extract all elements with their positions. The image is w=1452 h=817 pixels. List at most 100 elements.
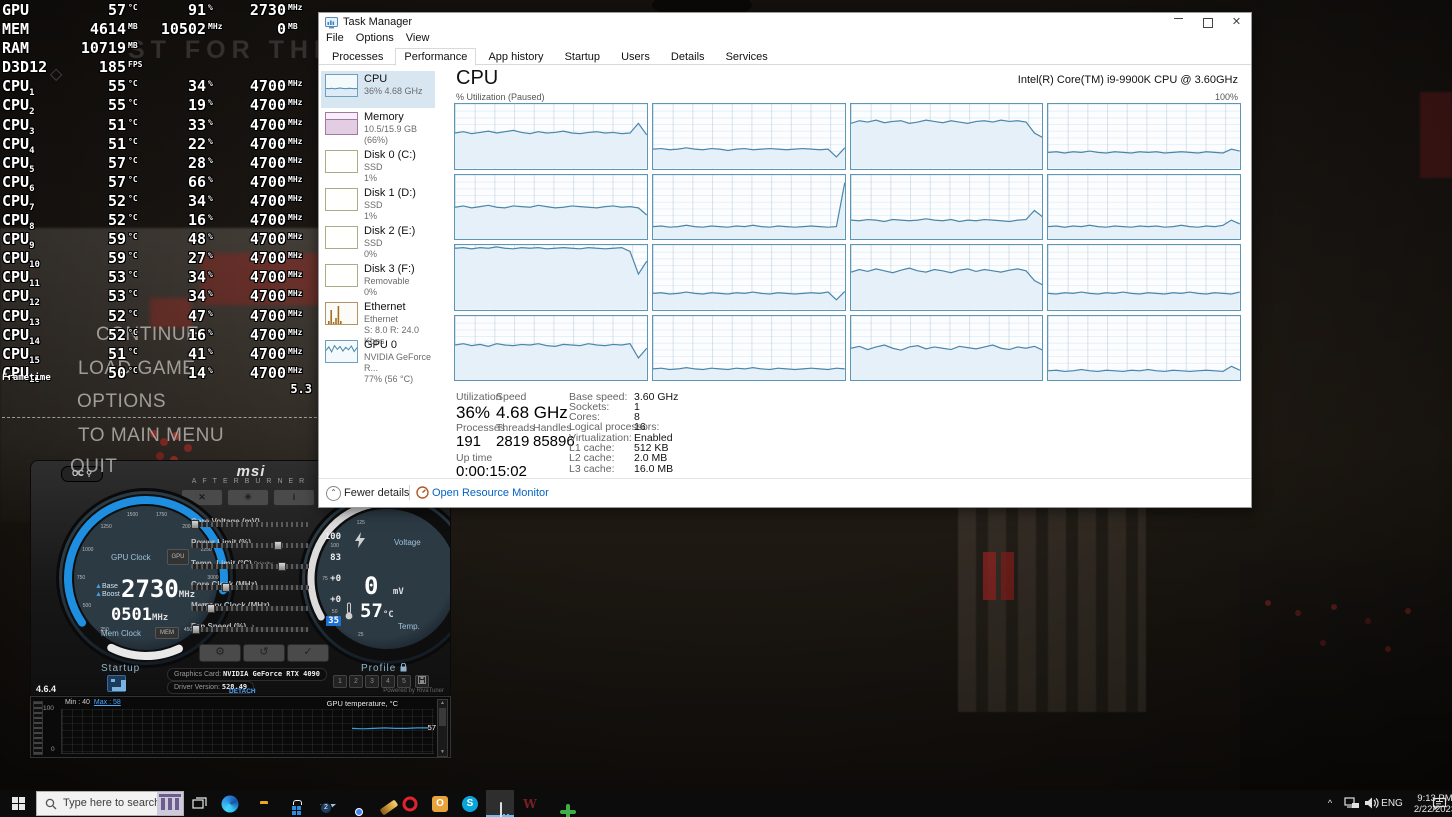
profile-1-button[interactable]: 1 <box>333 675 347 688</box>
stat-label: Utilization <box>456 391 502 403</box>
network-icon[interactable] <box>1344 796 1360 810</box>
task-view-button[interactable] <box>186 790 214 817</box>
slider-thumb[interactable] <box>191 520 199 529</box>
search-box[interactable]: Type here to search <box>36 791 184 816</box>
osd-row: CPU1352°C47%4700MHz <box>2 307 332 326</box>
osd-row: GPU57°C91%2730MHz <box>2 1 332 20</box>
slider-thumb[interactable] <box>222 583 230 592</box>
slider-track[interactable] <box>191 627 309 632</box>
sidebar-item-sub2: 1% <box>364 173 416 184</box>
taskbar-item-opera[interactable] <box>396 790 424 817</box>
sidebar-item-sub: SSD <box>364 200 416 211</box>
taskbar-item-pen-tool[interactable] <box>366 790 394 817</box>
sidebar-item-gpu[interactable]: GPU 0NVIDIA GeForce R...77% (56 °C) <box>321 337 435 374</box>
taskbar-item-file-explorer[interactable] <box>246 790 274 817</box>
profile-3-button[interactable]: 3 <box>365 675 379 688</box>
osd-row: CPU852°C16%4700MHz <box>2 211 332 230</box>
action-center-icon[interactable] <box>1432 797 1447 810</box>
sidebar-item-sub2: 0% <box>364 287 415 298</box>
sidebar-item-disk1[interactable]: Disk 1 (D:)SSD1% <box>321 185 435 222</box>
taskbar-item-task-manager[interactable] <box>486 790 514 817</box>
slider-thumb[interactable] <box>192 625 200 634</box>
maximize-button[interactable] <box>1193 13 1222 32</box>
speaker-icon[interactable] <box>1364 796 1379 810</box>
menu-options[interactable]: Options <box>356 32 394 44</box>
slider-thumb[interactable] <box>207 604 215 613</box>
disk-thumbnail <box>325 188 358 211</box>
disk-thumbnail <box>325 226 358 249</box>
slider-thumb[interactable] <box>278 562 286 571</box>
startup-toggle[interactable] <box>107 675 126 692</box>
profile-4-button[interactable]: 4 <box>381 675 395 688</box>
reset-button[interactable]: ↺ <box>243 644 285 662</box>
monitor-left-slider[interactable] <box>33 701 43 755</box>
tray-show-hidden-icons[interactable]: ^ <box>1322 790 1338 817</box>
sidebar-item-cpu[interactable]: CPU36% 4.68 GHz <box>321 71 435 108</box>
gauge-tick-label: 25 <box>358 632 364 638</box>
thermometer-icon <box>344 602 354 620</box>
title-bar[interactable]: Task Manager ✕ <box>319 13 1251 32</box>
close-button[interactable]: ✕ <box>1222 13 1251 32</box>
hardware-monitor: Min : 40Max : 58 GPU temperature, °C 100… <box>30 696 451 758</box>
game-menu-quit[interactable]: QUIT <box>70 456 117 478</box>
profile-2-button[interactable]: 2 <box>349 675 363 688</box>
slider-track[interactable] <box>191 564 309 569</box>
profile-5-button[interactable]: 5 <box>397 675 411 688</box>
slider-track[interactable] <box>191 522 309 527</box>
monitor-max[interactable]: Max : 58 <box>94 699 121 706</box>
tab-app-history[interactable]: App history <box>479 48 552 66</box>
fan-speed-slider[interactable]: Fan Speed (%) ♪ 35 <box>191 616 341 637</box>
minimize-button[interactable] <box>1164 13 1193 32</box>
power-limit-slider[interactable]: Power Limit (%) 100 <box>191 532 341 553</box>
osd-frametime-label: Frametime <box>2 373 51 383</box>
opera-icon <box>403 796 418 811</box>
core-voltage-slider[interactable]: Core Voltage (mV) <box>191 511 341 532</box>
taskbar-item-mail[interactable]: 2 <box>306 790 334 817</box>
tab-details[interactable]: Details <box>662 48 714 66</box>
menu-file[interactable]: File <box>326 32 344 44</box>
tab-performance[interactable]: Performance <box>395 48 476 66</box>
task-view-icon <box>192 797 208 811</box>
game-menu-options[interactable]: OPTIONS <box>77 391 166 413</box>
fan-button[interactable]: ✳ <box>227 489 269 506</box>
taskbar-item-store[interactable] <box>276 790 304 817</box>
profile-save-button[interactable] <box>415 675 429 688</box>
taskbar-item-edge[interactable] <box>216 790 244 817</box>
sidebar-item-ethernet[interactable]: EthernetEthernetS: 8.0 R: 24.0 Kbps <box>321 299 435 336</box>
taskbar-item-wicked-game[interactable]: W <box>516 790 544 817</box>
taskbar-item-outlook[interactable]: O <box>426 790 454 817</box>
slider-track[interactable] <box>191 606 309 611</box>
open-resource-monitor-link[interactable]: Open Resource Monitor <box>432 487 549 499</box>
apply-button[interactable]: ✓ <box>287 644 329 662</box>
temp-limit-slider[interactable]: Temp. Limit (°C)Priority 83 <box>191 553 341 574</box>
taskbar-item-skype[interactable]: S <box>456 790 484 817</box>
sidebar-item-disk3[interactable]: Disk 3 (F:)Removable0% <box>321 261 435 298</box>
fewer-details-button[interactable]: Fewer details <box>344 487 409 499</box>
start-button[interactable] <box>0 790 36 817</box>
tab-startup[interactable]: Startup <box>556 48 609 66</box>
sidebar-item-disk0[interactable]: Disk 0 (C:)SSD1% <box>321 147 435 184</box>
sidebar-item-disk2[interactable]: Disk 2 (E:)SSD0% <box>321 223 435 260</box>
tab-processes[interactable]: Processes <box>323 48 392 66</box>
detach-link[interactable]: DETACH <box>229 688 256 695</box>
gauge-tick-label: 125 <box>357 520 365 526</box>
taskbar-item-chrome[interactable] <box>336 790 364 817</box>
slider-track[interactable] <box>191 585 309 590</box>
afterburner-osd: GPU57°C91%2730MHzMEM4614MB10502MHz0MBRAM… <box>2 1 332 383</box>
menu-view[interactable]: View <box>406 32 430 44</box>
sidebar-item-memory[interactable]: Memory10.5/15.9 GB (66%) <box>321 109 435 146</box>
tuning-sliders: Core Voltage (mV) Power Limit (%) 100 Te… <box>191 511 341 637</box>
slider-thumb[interactable] <box>274 541 282 550</box>
taskbar-item-green-app[interactable] <box>546 790 574 817</box>
monitor-scrollbar[interactable]: ▲▼ <box>437 699 448 757</box>
memory-clock-slider[interactable]: Memory Clock (MHz) +0 <box>191 595 341 616</box>
tab-services[interactable]: Services <box>717 48 777 66</box>
task-manager-icon <box>500 802 502 817</box>
game-menu-to-main-menu[interactable]: TO MAIN MENU <box>78 425 224 447</box>
osd-row: CPU752°C34%4700MHz <box>2 192 332 211</box>
slider-track[interactable] <box>191 543 309 548</box>
core-clock-slider[interactable]: Core Clock (MHz) +0 <box>191 574 341 595</box>
settings-button[interactable]: ⚙ <box>199 644 241 662</box>
tray-language[interactable]: ENG <box>1378 790 1406 817</box>
tab-users[interactable]: Users <box>612 48 659 66</box>
